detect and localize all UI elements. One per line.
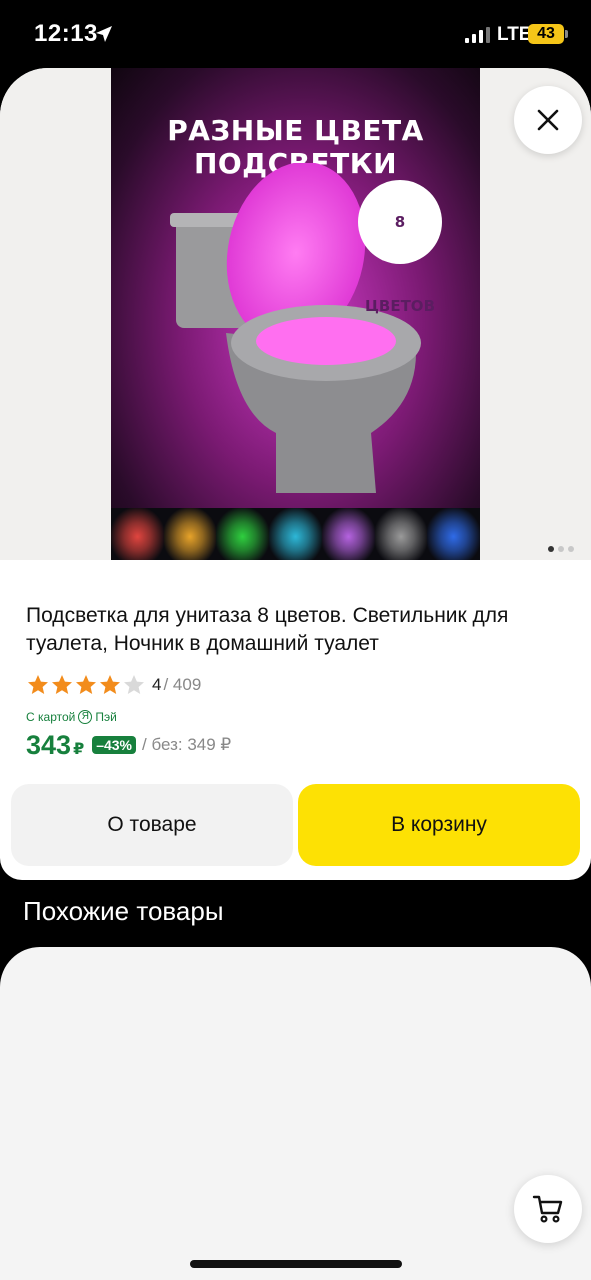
swatch-green (216, 508, 270, 560)
add-to-cart-button[interactable]: В корзину (298, 784, 580, 866)
pay-label: С картой (26, 710, 76, 724)
location-arrow-icon (96, 26, 112, 42)
image-gallery[interactable]: РАЗНЫЕ ЦВЕТА ПОДСВЕТКИ 8 ЦВЕТОВ (0, 68, 591, 560)
swatch-blue (427, 508, 480, 560)
rating-value: 4 (152, 675, 162, 694)
ya-pay-icon: Я (78, 710, 93, 724)
product-card: РАЗНЫЕ ЦВЕТА ПОДСВЕТКИ 8 ЦВЕТОВ (0, 68, 591, 880)
swatch-purple (321, 508, 375, 560)
pay-card-note: С картой Я Пэй (26, 710, 117, 724)
signal-icon (465, 27, 490, 43)
swatch-red (111, 508, 164, 560)
close-button[interactable] (514, 86, 582, 154)
cart-icon (532, 1195, 563, 1223)
reviews-count[interactable]: / 409 (163, 675, 201, 695)
similar-products-title: Похожие товары (23, 896, 224, 926)
discount-badge: –43% (92, 736, 137, 754)
color-swatches (111, 508, 480, 560)
swatch-cyan (269, 508, 322, 560)
gallery-pager (548, 546, 574, 552)
star-filled-icon (100, 675, 120, 694)
status-time: 12:13 (34, 20, 98, 47)
about-product-button[interactable]: О товаре (11, 784, 293, 866)
star-filled-icon (52, 675, 72, 694)
star-empty-icon (124, 675, 144, 694)
pay-brand: Пэй (95, 710, 117, 724)
cart-floating-button[interactable] (514, 1175, 582, 1243)
similar-products-panel[interactable] (0, 947, 591, 1280)
close-icon (537, 109, 559, 131)
pager-dot[interactable] (558, 546, 564, 552)
pager-dot[interactable] (568, 546, 574, 552)
home-indicator[interactable] (190, 1260, 402, 1268)
network-label: LTE (497, 24, 532, 45)
product-image[interactable]: РАЗНЫЕ ЦВЕТА ПОДСВЕТКИ 8 ЦВЕТОВ (111, 68, 480, 560)
product-title: Подсветка для унитаза 8 цветов. Светильн… (26, 604, 509, 655)
star-filled-icon (28, 675, 48, 694)
pager-dot[interactable] (548, 546, 554, 552)
currency-symbol: ₽ (73, 741, 85, 758)
old-price: / без: 349 ₽ (142, 735, 232, 754)
colors-badge: 8 ЦВЕТОВ (358, 180, 442, 315)
battery-tip (565, 30, 568, 38)
star-filled-icon (76, 675, 96, 694)
status-bar: 12:13 LTE 43 (0, 0, 591, 70)
price-row: 343 ₽ –43% / без: 349 ₽ (26, 726, 231, 764)
swatch-orange (163, 508, 217, 560)
battery-indicator: 43 (528, 24, 564, 44)
current-price: 343 (26, 729, 72, 760)
swatch-gray (374, 508, 428, 560)
rating-row[interactable]: 4 / 409 (26, 672, 201, 698)
rating-stars (26, 673, 146, 697)
